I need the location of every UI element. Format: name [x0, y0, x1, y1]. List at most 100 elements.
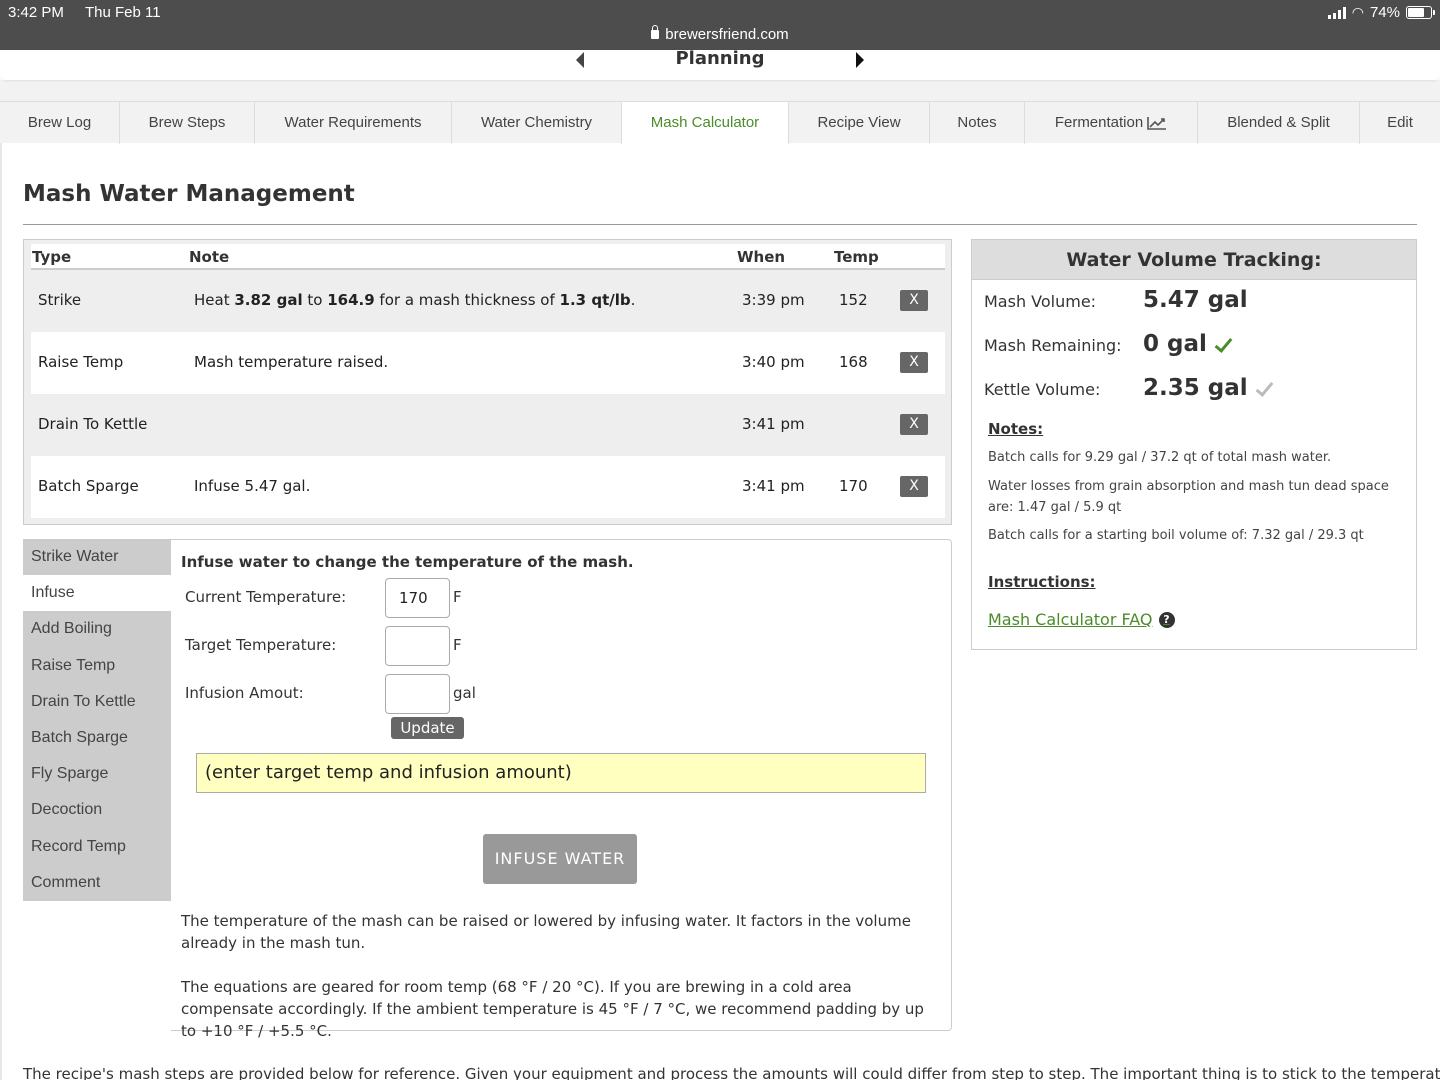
menu-item-batch-sparge[interactable]: Batch Sparge [23, 720, 171, 756]
table-row: Strike Heat 3.82 gal to 164.9 for a mash… [31, 270, 945, 332]
tab-blended-split[interactable]: Blended & Split [1198, 102, 1360, 144]
tab-edit[interactable]: Edit [1360, 102, 1440, 144]
row-note: Infuse 5.47 gal. [194, 477, 311, 495]
table-header: Type Note When Temp [31, 244, 945, 270]
row-note: Heat 3.82 gal to 164.9 for a mash thickn… [194, 291, 635, 309]
tab-label: Mash Calculator [650, 114, 760, 131]
menu-item-comment[interactable]: Comment [23, 865, 171, 901]
note-boil-volume: Batch calls for a starting boil volume o… [988, 528, 1364, 543]
tracking-title: Water Volume Tracking: [972, 240, 1416, 280]
row-when: 3:41 pm [742, 477, 805, 495]
menu-item-strike-water[interactable]: Strike Water [23, 539, 171, 575]
notes-heading: Notes: [988, 420, 1044, 438]
update-button[interactable]: Update [391, 717, 464, 739]
battery-icon [1406, 6, 1435, 19]
infuse-description: The temperature of the mash can be raise… [181, 912, 911, 952]
check-icon [1256, 379, 1274, 397]
target-temp-unit: F [453, 636, 462, 654]
status-bar: 3:42 PM Thu Feb 11 brewersfriend.com ◠ 7… [0, 0, 1440, 50]
note-bold: 164.9 [327, 291, 375, 309]
row-type: Raise Temp [38, 353, 124, 371]
tab-label: Notes [957, 114, 997, 131]
menu-item-raise-temp[interactable]: Raise Temp [23, 648, 171, 684]
delete-step-button[interactable]: X [900, 352, 928, 373]
row-note: Mash temperature raised. [194, 353, 389, 371]
mash-calculator-faq-link[interactable]: Mash Calculator FAQ ? [988, 610, 1175, 629]
infusion-result: (enter target temp and infusion amount) [196, 753, 926, 793]
target-temp-input[interactable] [385, 626, 450, 666]
header-note: Note [189, 248, 230, 266]
signal-icon [1327, 6, 1346, 19]
mash-volume-value: 5.47 gal [1143, 287, 1248, 313]
next-arrow-icon[interactable] [856, 52, 864, 68]
menu-item-decoction[interactable]: Decoction [23, 792, 171, 828]
note-text: to [302, 291, 328, 309]
current-temp-input[interactable]: 170 [385, 578, 450, 618]
instructions-heading: Instructions: [988, 573, 1096, 591]
help-icon[interactable]: ? [1158, 611, 1175, 628]
infuse-temp-note: The equations are geared for room temp (… [181, 978, 924, 1040]
tab-brew-steps[interactable]: Brew Steps [120, 102, 255, 144]
main-content: Mash Water Management Type Note When Tem… [0, 143, 1440, 1080]
chart-icon [1147, 117, 1167, 130]
table-row: Raise Temp Mash temperature raised. 3:40… [31, 332, 945, 394]
battery-percent: 74% [1369, 4, 1400, 21]
infusion-amount-input[interactable] [385, 674, 450, 714]
planning-bar: Planning [0, 48, 1440, 80]
tab-label: Water Chemistry [480, 114, 593, 131]
note-text: Heat [194, 291, 235, 309]
table-row: Batch Sparge Infuse 5.47 gal. 3:41 pm 17… [31, 456, 945, 518]
delete-step-button[interactable]: X [900, 476, 928, 497]
kettle-volume-text: 2.35 gal [1143, 375, 1248, 401]
planning-bar-shadow [0, 80, 1440, 102]
header-type: Type [32, 248, 72, 266]
tab-water-chemistry[interactable]: Water Chemistry [452, 102, 622, 144]
menu-item-add-boiling[interactable]: Add Boiling [23, 611, 171, 647]
status-date: Thu Feb 11 [85, 4, 161, 21]
kettle-volume-value: 2.35 gal [1143, 375, 1274, 401]
tab-fermentation[interactable]: Fermentation [1025, 102, 1198, 144]
note-total-water: Batch calls for 9.29 gal / 37.2 qt of to… [988, 450, 1332, 465]
infusion-amount-label: Infusion Amout: [185, 684, 304, 702]
note-text: . [630, 291, 636, 309]
tab-water-requirements[interactable]: Water Requirements [255, 102, 452, 144]
address-bar[interactable]: brewersfriend.com [0, 25, 1440, 43]
tab-bar: Brew Log Brew Steps Water Requirements W… [0, 101, 1440, 144]
tab-label: Fermentation [1054, 114, 1144, 131]
row-type: Batch Sparge [38, 477, 139, 495]
menu-item-fly-sparge[interactable]: Fly Sparge [23, 756, 171, 792]
note-bold: 3.82 gal [234, 291, 303, 309]
tab-notes[interactable]: Notes [930, 102, 1025, 144]
row-when: 3:41 pm [742, 415, 805, 433]
tab-recipe-view[interactable]: Recipe View [789, 102, 930, 144]
status-indicators: ◠ 74% [1327, 4, 1435, 21]
tab-mash-calculator[interactable]: Mash Calculator [622, 102, 789, 144]
water-volume-tracking: Water Volume Tracking: Mash Volume: 5.47… [971, 239, 1417, 650]
delete-step-button[interactable]: X [900, 290, 928, 311]
mash-volume-label: Mash Volume: [984, 292, 1097, 311]
tab-label: Water Requirements [284, 114, 422, 131]
faq-link-text: Mash Calculator FAQ [988, 610, 1153, 629]
menu-item-infuse[interactable]: Infuse [23, 575, 171, 612]
action-menu: Strike Water Infuse Add Boiling Raise Te… [23, 539, 171, 901]
tab-label: Brew Log [27, 114, 92, 131]
current-temp-unit: F [453, 588, 462, 606]
mash-remaining-text: 0 gal [1143, 331, 1207, 357]
mash-steps-table: Type Note When Temp Strike Heat 3.82 gal… [23, 239, 952, 525]
mash-volume-text: 5.47 gal [1143, 287, 1248, 313]
target-temp-label: Target Temperature: [185, 636, 337, 654]
delete-step-button[interactable]: X [900, 414, 928, 435]
infuse-water-button[interactable]: INFUSE WATER [483, 834, 637, 884]
tab-label: Edit [1387, 114, 1413, 131]
planning-title: Planning [675, 48, 765, 69]
header-when: When [737, 248, 786, 266]
infuse-panel: Infuse water to change the temperature o… [171, 539, 952, 1040]
note-water-losses: Water losses from grain absorption and m… [988, 479, 1389, 515]
menu-item-drain-to-kettle[interactable]: Drain To Kettle [23, 684, 171, 720]
header-temp: Temp [834, 248, 879, 266]
tab-label: Blended & Split [1227, 114, 1330, 131]
page-title: Mash Water Management [23, 181, 355, 207]
menu-item-record-temp[interactable]: Record Temp [23, 829, 171, 865]
lock-icon [651, 25, 660, 39]
tab-brew-log[interactable]: Brew Log [0, 102, 120, 144]
